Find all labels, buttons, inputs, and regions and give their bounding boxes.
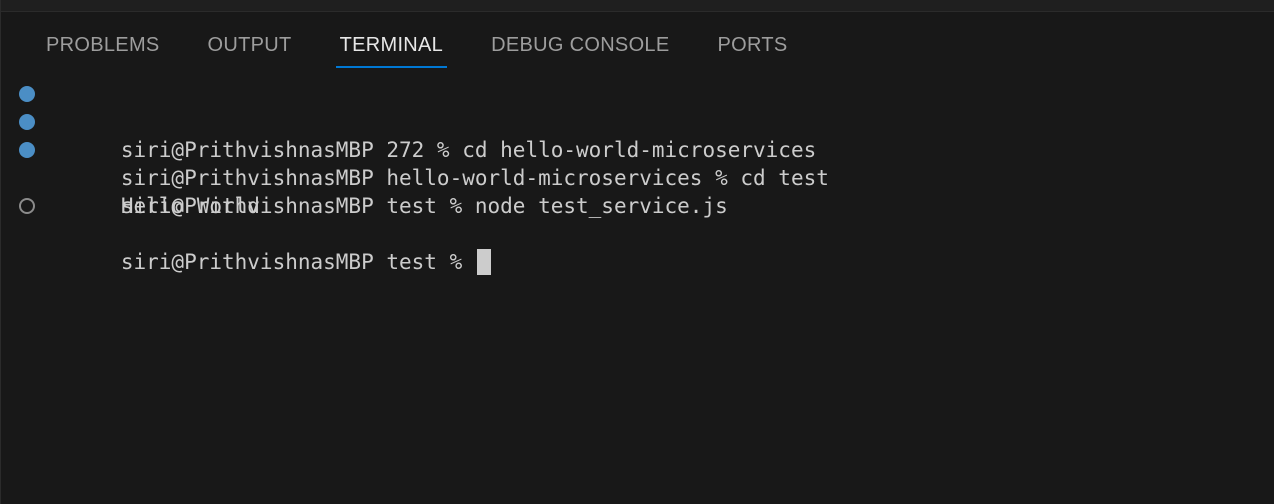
success-dot-icon[interactable] xyxy=(19,142,35,158)
panel-tab-bar: PROBLEMS OUTPUT TERMINAL DEBUG CONSOLE P… xyxy=(22,30,812,70)
tab-ports[interactable]: PORTS xyxy=(694,30,812,64)
terminal-panel: PROBLEMS OUTPUT TERMINAL DEBUG CONSOLE P… xyxy=(0,0,1274,504)
tab-problems[interactable]: PROBLEMS xyxy=(22,30,184,64)
terminal-line: siri@PrithvishnasMBP test % node test_se… xyxy=(1,136,1274,218)
tab-debug-console[interactable]: DEBUG CONSOLE xyxy=(467,30,693,64)
pending-circle-icon[interactable] xyxy=(19,198,35,214)
editor-bottom-edge xyxy=(1,0,1274,12)
terminal-line: siri@PrithvishnasMBP hello-world-microse… xyxy=(1,108,1274,190)
terminal-output[interactable]: siri@PrithvishnasMBP 272 % cd hello-worl… xyxy=(1,80,1274,275)
terminal-line: siri@PrithvishnasMBP 272 % cd hello-worl… xyxy=(1,80,1274,162)
success-dot-icon[interactable] xyxy=(19,86,35,102)
tab-output[interactable]: OUTPUT xyxy=(184,30,316,64)
terminal-cursor xyxy=(476,249,491,275)
tab-terminal[interactable]: TERMINAL xyxy=(316,30,468,68)
terminal-line: Hello World xyxy=(1,164,1274,218)
success-dot-icon[interactable] xyxy=(19,114,35,130)
terminal-prompt-line[interactable]: siri@PrithvishnasMBP test % xyxy=(1,192,1274,275)
terminal-prompt-text: siri@PrithvishnasMBP test % xyxy=(120,250,475,274)
